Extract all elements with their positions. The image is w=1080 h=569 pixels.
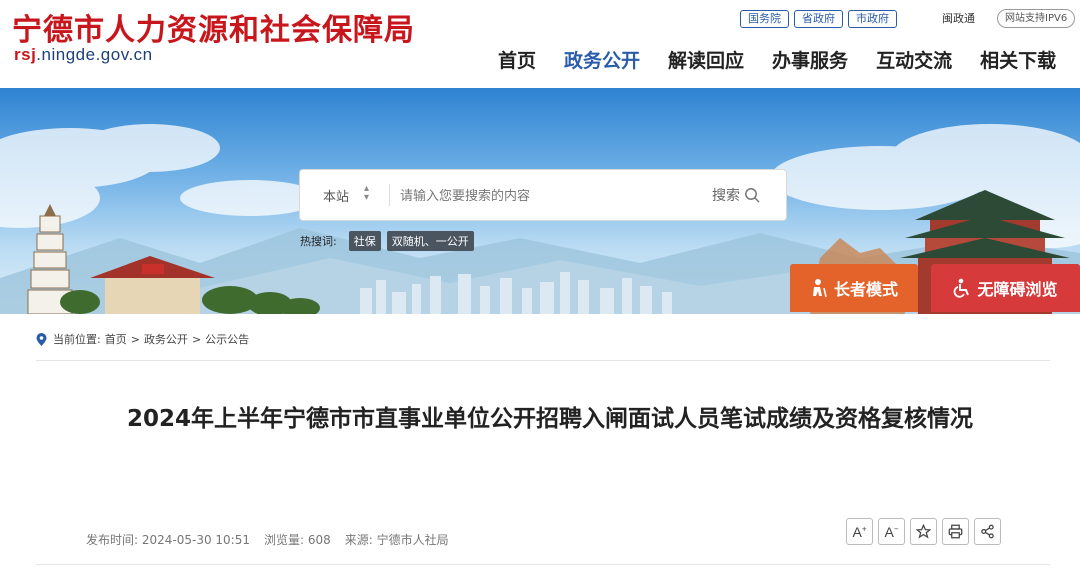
share-icon	[981, 524, 994, 539]
print-button[interactable]	[942, 518, 969, 545]
breadcrumb-prefix: 当前位置:	[53, 333, 101, 346]
nav-downloads[interactable]: 相关下载	[980, 46, 1056, 73]
font-decrease-icon: A−	[884, 523, 899, 540]
accessibility-button[interactable]: 无障碍浏览	[931, 264, 1080, 312]
search-button[interactable]: 搜索	[712, 185, 760, 205]
breadcrumb-announcements[interactable]: 公示公告	[205, 331, 249, 347]
search-input[interactable]	[400, 184, 690, 208]
hot-search-label: 热搜词:	[300, 235, 337, 248]
hot-tag-social-security[interactable]: 社保	[348, 231, 381, 251]
hot-tag-double-random[interactable]: 双随机、一公开	[386, 231, 474, 251]
mdzw-link[interactable]: 闽政通	[942, 10, 975, 26]
breadcrumb-open-affairs[interactable]: 政务公开	[144, 331, 188, 347]
accessibility-label: 无障碍浏览	[977, 280, 1058, 299]
article-source: 来源: 宁德市人社局	[344, 533, 449, 547]
gov-link-province[interactable]: 省政府	[794, 10, 843, 28]
article-container: 当前位置: 首页 > 政务公开 > 公示公告 2024年上半年宁德市市直事业单位…	[10, 314, 1070, 569]
font-decrease-button[interactable]: A−	[878, 518, 905, 545]
publish-time: 发布时间: 2024-05-30 10:51	[86, 533, 250, 547]
chevron-updown-icon[interactable]: ▴ ▾	[364, 184, 369, 203]
article-tools: A+ A−	[846, 518, 1006, 545]
gov-links: 国务院 省政府 市政府	[740, 9, 902, 29]
share-button[interactable]	[974, 518, 1001, 545]
star-icon	[916, 524, 931, 539]
search-icon	[745, 188, 760, 203]
nav-interaction[interactable]: 互动交流	[876, 46, 952, 73]
breadcrumb-separator: >	[191, 332, 202, 346]
site-header: 宁德市人力资源和社会保障局 rsj.ningde.gov.cn 国务院 省政府 …	[0, 0, 1080, 88]
divider	[36, 360, 1050, 361]
nav-interpretation[interactable]: 解读回应	[668, 46, 744, 73]
view-count: 浏览量: 608	[264, 533, 331, 547]
site-url: rsj.ningde.gov.cn	[14, 45, 153, 64]
search-box: 本站 ▴▾ 搜索	[299, 169, 787, 221]
gov-link-state-council[interactable]: 国务院	[740, 10, 789, 28]
printer-icon	[948, 524, 963, 539]
font-increase-icon: A+	[852, 523, 867, 540]
search-divider	[389, 184, 390, 206]
favorite-button[interactable]	[910, 518, 937, 545]
nav-services[interactable]: 办事服务	[772, 46, 848, 73]
ipv6-badge: 网站支持IPV6	[997, 9, 1076, 28]
breadcrumb-separator: >	[130, 332, 140, 346]
site-title[interactable]: 宁德市人力资源和社会保障局	[12, 5, 415, 49]
search-scope-select[interactable]: 本站	[323, 186, 349, 205]
main-nav: 首页 政务公开 解读回应 办事服务 互动交流 相关下载	[484, 46, 1070, 73]
article-meta: 发布时间: 2024-05-30 10:51 浏览量: 608 来源: 宁德市人…	[86, 531, 463, 548]
hot-search: 热搜词: 社保 双随机、一公开	[300, 231, 480, 251]
elder-mode-label: 长者模式	[833, 280, 898, 299]
elder-mode-button[interactable]: 长者模式	[790, 264, 918, 312]
location-pin-icon	[36, 332, 47, 346]
breadcrumb: 当前位置: 首页 > 政务公开 > 公示公告	[36, 331, 249, 347]
wheelchair-icon	[954, 278, 970, 298]
elder-person-icon	[812, 279, 827, 298]
nav-open-affairs[interactable]: 政务公开	[564, 46, 640, 73]
divider	[36, 564, 1050, 565]
search-button-label: 搜索	[712, 188, 740, 204]
article-title: 2024年上半年宁德市市直事业单位公开招聘入闸面试人员笔试成绩及资格复核情况	[126, 406, 973, 432]
breadcrumb-home[interactable]: 首页	[105, 331, 127, 347]
banner: 本站 ▴▾ 搜索 热搜词: 社保 双随机、一公开 长者模式 无障碍浏览	[0, 88, 1080, 314]
font-increase-button[interactable]: A+	[846, 518, 873, 545]
nav-home[interactable]: 首页	[498, 46, 536, 73]
gov-link-city[interactable]: 市政府	[848, 10, 897, 28]
